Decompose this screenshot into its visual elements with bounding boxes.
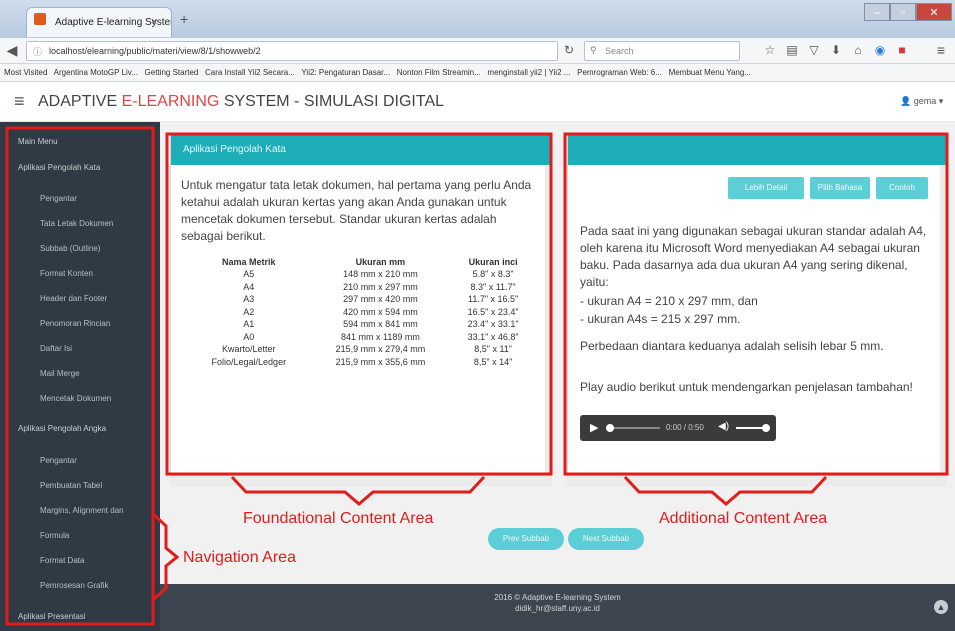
navigation-label: Navigation Area	[183, 549, 296, 566]
additional-brace	[623, 475, 828, 506]
additional-area-box	[563, 132, 949, 476]
foundational-area-box	[165, 132, 553, 476]
foundational-brace	[230, 475, 486, 506]
foundational-label: Foundational Content Area	[243, 510, 434, 527]
additional-label: Additional Content Area	[659, 510, 828, 527]
annotation-overlay	[5, 126, 949, 626]
navigation-area-box	[5, 126, 155, 626]
navigation-brace	[150, 511, 180, 603]
